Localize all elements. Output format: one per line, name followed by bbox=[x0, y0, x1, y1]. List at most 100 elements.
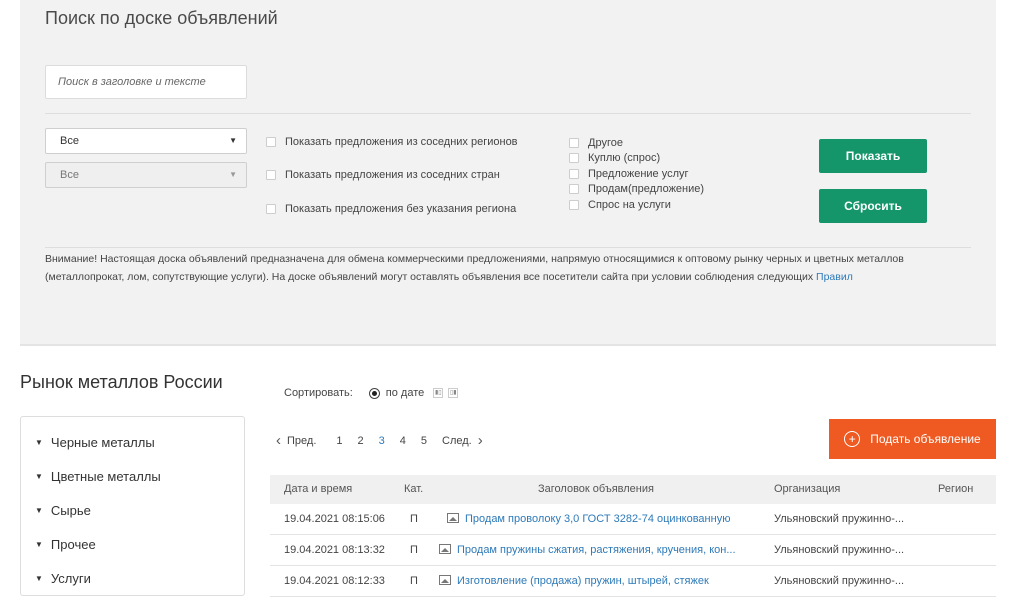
region-select[interactable]: Все ▼ bbox=[45, 128, 247, 154]
ads-table: Дата и время Кат. Заголовок объявления О… bbox=[270, 475, 996, 597]
col-category[interactable]: Кат. bbox=[404, 475, 423, 504]
rules-link[interactable]: Правил bbox=[816, 271, 853, 283]
checkbox-type-sell[interactable]: Продам(предложение) bbox=[569, 183, 704, 195]
sidebar-item-raw[interactable]: ▼ Сырье bbox=[35, 503, 91, 518]
checkbox-label: Продам(предложение) bbox=[588, 183, 705, 195]
checkbox[interactable] bbox=[569, 184, 579, 194]
bullet-icon: ▼ bbox=[35, 506, 43, 515]
image-icon bbox=[439, 575, 451, 585]
col-title[interactable]: Заголовок объявления bbox=[538, 475, 654, 504]
checkbox[interactable] bbox=[266, 170, 276, 180]
sort-radio-date[interactable] bbox=[368, 387, 380, 399]
pager-next[interactable]: След. bbox=[442, 435, 472, 447]
pager-prev[interactable]: Пред. bbox=[287, 435, 316, 447]
search-title: Поиск по доске объявлений bbox=[45, 8, 278, 28]
divider bbox=[45, 247, 971, 248]
sidebar-item-label: Прочее bbox=[50, 537, 96, 552]
reset-button[interactable]: Сбросить bbox=[819, 189, 927, 223]
checkbox[interactable] bbox=[266, 137, 276, 147]
checkbox-type-service-demand[interactable]: Спрос на услуги bbox=[569, 199, 671, 211]
row-organization: Ульяновский пружинно-... bbox=[774, 513, 905, 525]
search-panel: Поиск по доске объявлений Все ▼ Все ▼ По… bbox=[20, 0, 996, 346]
checkbox-label: Другое bbox=[588, 137, 623, 149]
pager-page-2[interactable]: 2 bbox=[358, 435, 364, 447]
add-ad-button[interactable]: + Подать объявление bbox=[829, 419, 996, 459]
bullet-icon: ▼ bbox=[35, 540, 43, 549]
checkbox-type-service-offer[interactable]: Предложение услуг bbox=[569, 168, 689, 180]
checkbox-type-buy[interactable]: Куплю (спрос) bbox=[569, 152, 660, 164]
checkbox-label: Показать предложения из соседних регионо… bbox=[285, 136, 518, 148]
row-date: 19.04.2021 08:12:33 bbox=[284, 575, 385, 587]
chevron-left-icon[interactable]: ‹ bbox=[276, 432, 281, 449]
checkbox-type-other[interactable]: Другое bbox=[569, 137, 623, 149]
pager-page-1[interactable]: 1 bbox=[336, 435, 342, 447]
sidebar-item-ferrous[interactable]: ▼ Черные металлы bbox=[35, 435, 155, 450]
sort-bar: Сортировать: по дате ▮▯ ▯▮ bbox=[284, 387, 459, 399]
table-row[interactable]: 19.04.2021 08:15:06 П Продам проволоку 3… bbox=[270, 504, 996, 535]
city-select-value: Все bbox=[60, 169, 79, 181]
sidebar-item-label: Черные металлы bbox=[50, 435, 155, 450]
pagination: ‹ Пред. 1 2 3 4 5 След. › bbox=[276, 432, 489, 449]
sidebar-item-label: Сырье bbox=[50, 503, 91, 518]
row-date: 19.04.2021 08:15:06 bbox=[284, 513, 385, 525]
row-title-link[interactable]: Изготовление (продажа) пружин, штырей, с… bbox=[457, 575, 709, 587]
show-button[interactable]: Показать bbox=[819, 139, 927, 173]
chevron-right-icon[interactable]: › bbox=[478, 432, 483, 449]
category-sidebar: ▼ Черные металлы ▼ Цветные металлы ▼ Сырье … bbox=[20, 416, 245, 596]
bullet-icon: ▼ bbox=[35, 472, 43, 481]
table-header: Дата и время Кат. Заголовок объявления О… bbox=[270, 475, 996, 504]
row-category: П bbox=[410, 544, 418, 556]
checkbox-neighbor-countries[interactable]: Показать предложения из соседних стран bbox=[266, 169, 500, 181]
add-ad-label: Подать объявление bbox=[870, 432, 981, 446]
bullet-icon: ▼ bbox=[35, 438, 43, 447]
checkbox-no-region[interactable]: Показать предложения без указания регион… bbox=[266, 203, 516, 215]
caret-down-icon: ▼ bbox=[229, 136, 237, 145]
row-organization: Ульяновский пружинно-... bbox=[774, 544, 905, 556]
checkbox[interactable] bbox=[266, 204, 276, 214]
sidebar-item-other[interactable]: ▼ Прочее bbox=[35, 537, 96, 552]
caret-down-icon: ▼ bbox=[229, 170, 237, 179]
notice-body: Внимание! Настоящая доска объявлений пре… bbox=[45, 253, 904, 283]
col-region[interactable]: Регион bbox=[938, 475, 973, 504]
col-organization[interactable]: Организация bbox=[774, 475, 840, 504]
checkbox[interactable] bbox=[569, 138, 579, 148]
region-select-value: Все bbox=[60, 135, 79, 147]
sort-desc-icon[interactable]: ▯▮ bbox=[448, 388, 459, 398]
plus-circle-icon: + bbox=[844, 431, 861, 447]
pager-page-4[interactable]: 4 bbox=[400, 435, 406, 447]
sidebar-item-nonferrous[interactable]: ▼ Цветные металлы bbox=[35, 469, 161, 484]
checkbox-label: Куплю (спрос) bbox=[588, 152, 661, 164]
image-icon bbox=[447, 513, 459, 523]
table-row[interactable]: 19.04.2021 08:12:33 П Изготовление (прод… bbox=[270, 566, 996, 597]
sidebar-item-label: Услуги bbox=[50, 571, 91, 586]
checkbox-label: Показать предложения без указания регион… bbox=[285, 203, 517, 215]
pager-page-5[interactable]: 5 bbox=[421, 435, 427, 447]
search-input[interactable] bbox=[45, 65, 247, 99]
image-icon bbox=[439, 544, 451, 554]
table-row[interactable]: 19.04.2021 08:13:32 П Продам пружины сжа… bbox=[270, 535, 996, 566]
row-organization: Ульяновский пружинно-... bbox=[774, 575, 905, 587]
checkbox-label: Предложение услуг bbox=[588, 168, 689, 180]
checkbox-label: Спрос на услуги bbox=[588, 199, 671, 211]
sidebar-item-services[interactable]: ▼ Услуги bbox=[35, 571, 91, 586]
sort-option-label: по дате bbox=[385, 387, 425, 399]
row-title-link[interactable]: Продам проволоку 3,0 ГОСТ 3282-74 оцинко… bbox=[465, 513, 730, 525]
checkbox-neighbor-regions[interactable]: Показать предложения из соседних регионо… bbox=[266, 136, 518, 148]
bullet-icon: ▼ bbox=[35, 574, 43, 583]
notice-text: Внимание! Настоящая доска объявлений пре… bbox=[45, 250, 975, 286]
sort-asc-icon[interactable]: ▮▯ bbox=[433, 388, 444, 398]
row-date: 19.04.2021 08:13:32 bbox=[284, 544, 385, 556]
pager-page-3[interactable]: 3 bbox=[379, 435, 385, 447]
col-date[interactable]: Дата и время bbox=[284, 475, 352, 504]
row-category: П bbox=[410, 513, 418, 525]
market-title: Рынок металлов России bbox=[20, 372, 223, 392]
checkbox[interactable] bbox=[569, 200, 579, 210]
sort-label: Сортировать: bbox=[284, 387, 353, 399]
checkbox-label: Показать предложения из соседних стран bbox=[285, 169, 500, 181]
city-select[interactable]: Все ▼ bbox=[45, 162, 247, 188]
checkbox[interactable] bbox=[569, 153, 579, 163]
sidebar-item-label: Цветные металлы bbox=[50, 469, 161, 484]
checkbox[interactable] bbox=[569, 169, 579, 179]
row-category: П bbox=[410, 575, 418, 587]
row-title-link[interactable]: Продам пружины сжатия, растяжения, круче… bbox=[457, 544, 736, 556]
